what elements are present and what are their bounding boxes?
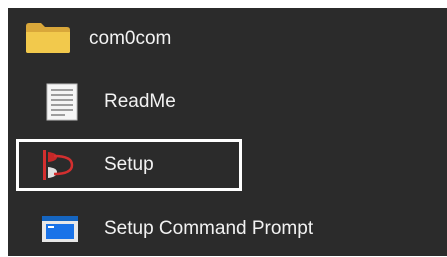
menu-item-label: ReadMe (104, 91, 176, 112)
menu-item-setup-command-prompt[interactable]: Setup Command Prompt (8, 201, 447, 257)
start-menu-folder-list: com0com ReadMe Setup Setup Command Promp… (8, 8, 447, 256)
menu-item-label: Setup (104, 154, 154, 175)
menu-item-readme[interactable]: ReadMe (8, 74, 447, 130)
folder-label: com0com (89, 28, 172, 49)
document-icon (46, 83, 78, 121)
menu-item-label: Setup Command Prompt (104, 218, 314, 239)
menu-item-setup[interactable]: Setup (8, 137, 447, 193)
setup-icon (43, 150, 74, 180)
command-prompt-icon (42, 216, 78, 242)
folder-icon (26, 23, 70, 53)
folder-com0com[interactable]: com0com (8, 11, 447, 67)
